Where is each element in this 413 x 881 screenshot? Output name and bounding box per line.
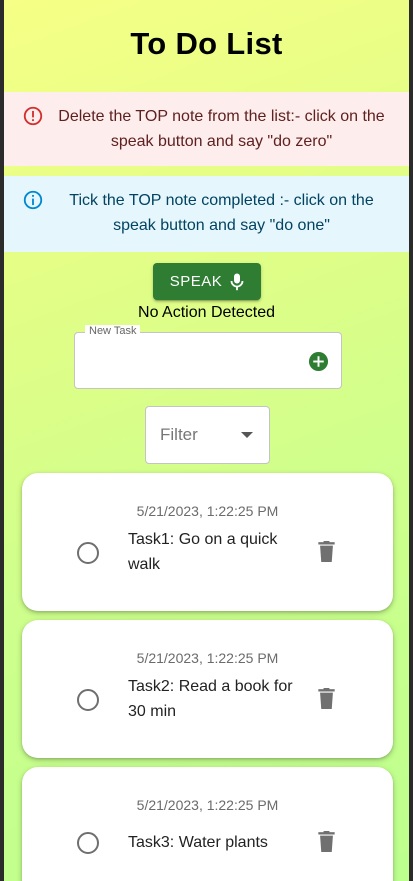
- task-card: 5/21/2023, 1:22:25 PM Task1: Go on a qui…: [22, 473, 393, 611]
- task-complete-radio[interactable]: [77, 689, 99, 711]
- page-title: To Do List: [130, 26, 283, 61]
- info-outline-icon: [23, 190, 43, 210]
- new-task-field[interactable]: New Task: [74, 325, 342, 389]
- add-circle-icon[interactable]: [308, 351, 329, 372]
- action-status-text: No Action Detected: [138, 304, 275, 321]
- task-card: 5/21/2023, 1:22:25 PM Task3: Water plant…: [22, 767, 393, 881]
- delete-instruction-alert: Delete the TOP note from the list:- clic…: [4, 92, 409, 166]
- complete-instruction-alert: Tick the TOP note completed :- click on …: [4, 176, 409, 252]
- new-task-input[interactable]: [87, 347, 301, 375]
- task-title: Task3: Water plants: [128, 834, 268, 851]
- task-title: Task2: Read a book for 30 min: [128, 678, 293, 720]
- new-task-label: New Task: [85, 325, 141, 337]
- delete-icon[interactable]: [318, 831, 335, 852]
- filter-select[interactable]: Filter: [145, 406, 270, 464]
- task-complete-radio[interactable]: [77, 542, 99, 564]
- microphone-icon: [230, 273, 244, 290]
- task-timestamp: 5/21/2023, 1:22:25 PM: [136, 650, 279, 666]
- speak-button[interactable]: SPEAK: [153, 263, 261, 300]
- error-outline-icon: [23, 106, 43, 126]
- task-complete-radio[interactable]: [77, 832, 99, 854]
- speak-button-label: SPEAK: [169, 273, 223, 290]
- app-container: To Do List Delete the TOP note from the …: [4, 0, 409, 881]
- filter-placeholder: Filter: [160, 425, 198, 444]
- task-title: Task1: Go on a quick walk: [128, 531, 278, 573]
- task-timestamp: 5/21/2023, 1:22:25 PM: [136, 797, 279, 813]
- complete-instruction-text: Tick the TOP note completed :- click on …: [69, 192, 374, 234]
- task-card: 5/21/2023, 1:22:25 PM Task2: Read a book…: [22, 620, 393, 758]
- task-timestamp: 5/21/2023, 1:22:25 PM: [136, 503, 279, 519]
- delete-instruction-text: Delete the TOP note from the list:- clic…: [58, 108, 385, 150]
- delete-icon[interactable]: [318, 541, 335, 562]
- delete-icon[interactable]: [318, 688, 335, 709]
- arrow-drop-down-icon: [241, 432, 253, 438]
